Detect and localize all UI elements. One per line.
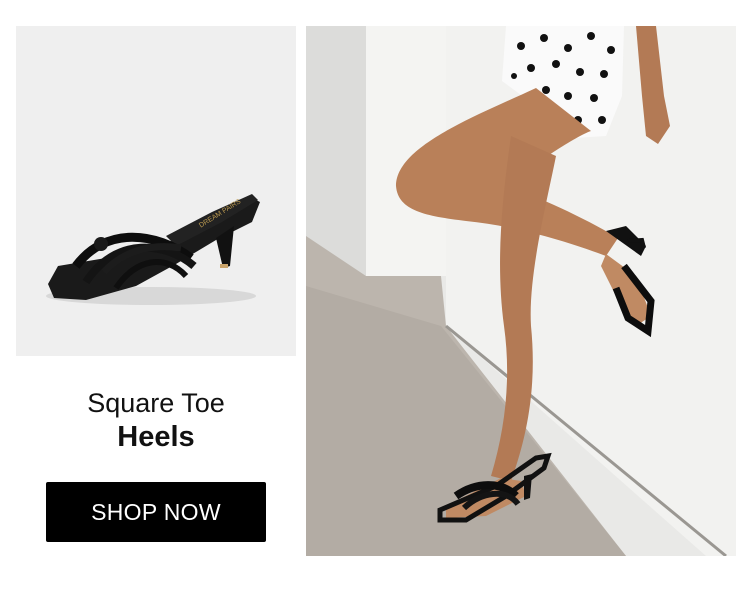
shop-now-button[interactable]: SHOP NOW — [46, 482, 266, 542]
mule-sandal-illustration: DREAM PAIRS — [16, 26, 296, 356]
lifestyle-image[interactable] — [306, 26, 736, 556]
model-wearing-heels-illustration — [306, 26, 736, 556]
promo-title-line1: Square Toe — [87, 388, 225, 418]
promo-title-line2: Heels — [117, 421, 195, 453]
product-image[interactable]: DREAM PAIRS — [16, 26, 296, 356]
